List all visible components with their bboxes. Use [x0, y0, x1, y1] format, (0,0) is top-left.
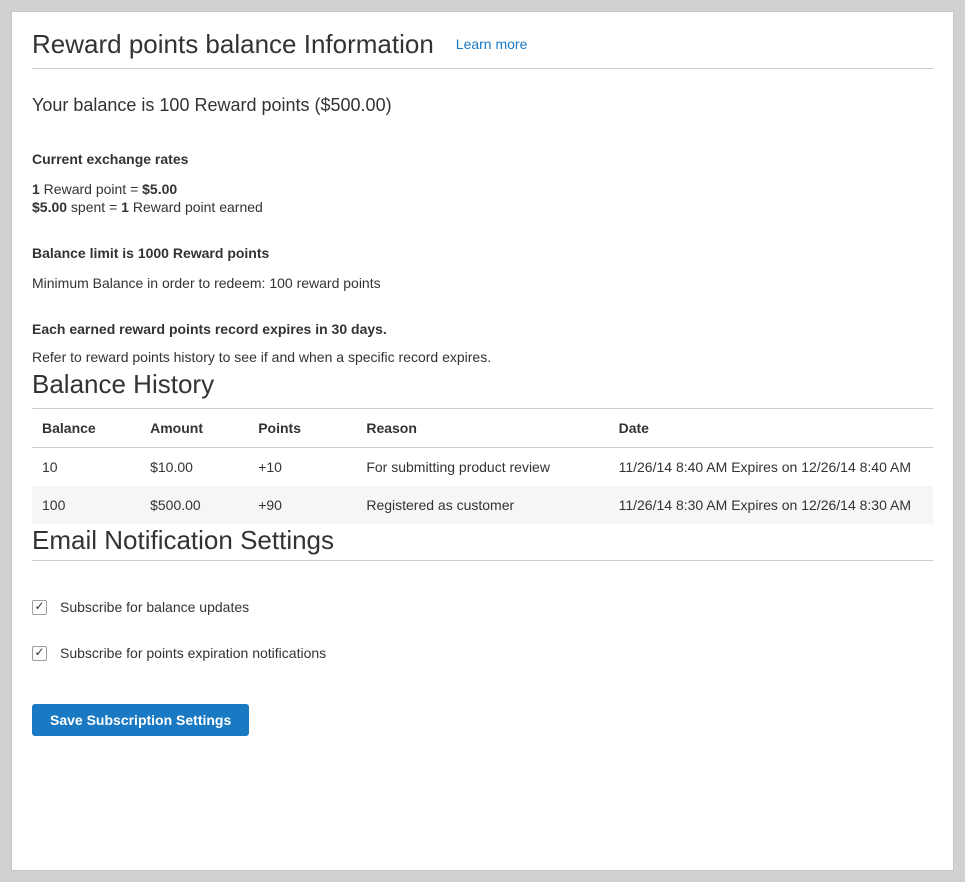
points-expiration-option[interactable]: ✓ Subscribe for points expiration notifi…	[32, 645, 933, 661]
page-header: Reward points balance Information Learn …	[32, 26, 933, 62]
table-body: 10 $10.00 +10 For submitting product rev…	[32, 448, 933, 525]
column-header-balance: Balance	[32, 409, 140, 448]
balance-limit: Balance limit is 1000 Reward points	[32, 244, 933, 262]
check-icon: ✓	[34, 646, 44, 658]
rate2-text2: Reward point earned	[129, 199, 263, 215]
cell-amount: $500.00	[140, 486, 248, 524]
minimum-balance: Minimum Balance in order to redeem: 100 …	[32, 274, 933, 292]
cell-reason: Registered as customer	[356, 486, 608, 524]
rate2-text1: spent =	[67, 199, 121, 215]
balance-history-title: Balance History	[32, 366, 933, 402]
save-subscription-settings-button[interactable]: Save Subscription Settings	[32, 704, 249, 736]
column-header-points: Points	[248, 409, 356, 448]
rate1-text: Reward point =	[40, 181, 142, 197]
rate-line-1: 1 Reward point = $5.00	[32, 180, 933, 198]
cell-points: +90	[248, 486, 356, 524]
cell-balance: 10	[32, 448, 140, 487]
balance-updates-option[interactable]: ✓ Subscribe for balance updates	[32, 599, 933, 615]
header-divider	[32, 68, 933, 69]
rate-line-2: $5.00 spent = 1 Reward point earned	[32, 198, 933, 216]
cell-points: +10	[248, 448, 356, 487]
balance-message: Your balance is 100 Reward points ($500.…	[32, 93, 933, 117]
cell-date: 11/26/14 8:40 AM Expires on 12/26/14 8:4…	[609, 448, 933, 487]
expiry-rule: Each earned reward points record expires…	[32, 320, 933, 338]
cell-date: 11/26/14 8:30 AM Expires on 12/26/14 8:3…	[609, 486, 933, 524]
table-row: 10 $10.00 +10 For submitting product rev…	[32, 448, 933, 487]
exchange-rates: 1 Reward point = $5.00 $5.00 spent = 1 R…	[32, 180, 933, 216]
check-icon: ✓	[34, 600, 44, 612]
reward-points-card: Reward points balance Information Learn …	[11, 11, 954, 871]
rate1-value: $5.00	[142, 181, 177, 197]
table-header-row: Balance Amount Points Reason Date	[32, 409, 933, 448]
exchange-rates-heading: Current exchange rates	[32, 150, 933, 168]
cell-reason: For submitting product review	[356, 448, 608, 487]
learn-more-link[interactable]: Learn more	[456, 36, 528, 52]
rate2-points: 1	[121, 199, 129, 215]
cell-amount: $10.00	[140, 448, 248, 487]
column-header-date: Date	[609, 409, 933, 448]
page-title: Reward points balance Information	[32, 26, 434, 62]
checkbox-label: Subscribe for points expiration notifica…	[60, 645, 326, 661]
email-settings-title: Email Notification Settings	[32, 524, 933, 556]
rate2-value: $5.00	[32, 199, 67, 215]
table-head: Balance Amount Points Reason Date	[32, 409, 933, 448]
column-header-reason: Reason	[356, 409, 608, 448]
balance-history-table: Balance Amount Points Reason Date 10 $10…	[32, 408, 933, 524]
points-expiration-checkbox[interactable]: ✓	[32, 646, 47, 661]
rate1-points: 1	[32, 181, 40, 197]
balance-updates-checkbox[interactable]: ✓	[32, 600, 47, 615]
table-row: 100 $500.00 +90 Registered as customer 1…	[32, 486, 933, 524]
cell-balance: 100	[32, 486, 140, 524]
checkbox-label: Subscribe for balance updates	[60, 599, 249, 615]
column-header-amount: Amount	[140, 409, 248, 448]
email-settings-divider	[32, 560, 933, 561]
expiry-note: Refer to reward points history to see if…	[32, 348, 933, 366]
